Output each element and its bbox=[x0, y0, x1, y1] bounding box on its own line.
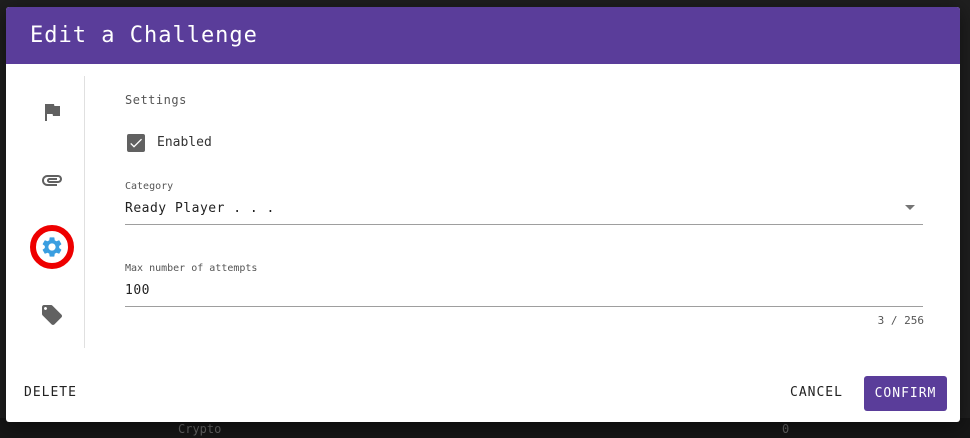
category-label: Category bbox=[125, 181, 174, 192]
tag-icon bbox=[42, 305, 62, 325]
edit-challenge-dialog: Edit a Challenge Settings Enabled Catego… bbox=[6, 7, 960, 422]
nav-item-tags[interactable] bbox=[30, 293, 74, 337]
background-row-value: 0 bbox=[782, 422, 790, 436]
dialog-header: Edit a Challenge bbox=[6, 7, 960, 64]
enabled-label[interactable]: Enabled bbox=[157, 135, 212, 150]
attempts-underline bbox=[125, 306, 923, 307]
enabled-checkbox[interactable] bbox=[127, 134, 145, 152]
settings-section-title: Settings bbox=[125, 93, 187, 107]
delete-button[interactable]: DELETE bbox=[14, 377, 87, 408]
category-underline bbox=[125, 224, 923, 225]
chevron-down-icon[interactable] bbox=[905, 205, 915, 210]
category-select[interactable]: Ready Player . . . bbox=[125, 201, 275, 216]
dialog-title: Edit a Challenge bbox=[30, 23, 258, 48]
nav-item-attachments[interactable] bbox=[30, 158, 74, 202]
nav-item-settings[interactable] bbox=[30, 225, 74, 269]
gear-icon bbox=[42, 237, 62, 257]
attempts-label: Max number of attempts bbox=[125, 263, 258, 274]
background-row-category: Crypto bbox=[178, 422, 222, 436]
paperclip-icon bbox=[42, 175, 62, 186]
side-nav bbox=[6, 76, 85, 348]
nav-item-general[interactable] bbox=[30, 90, 74, 134]
confirm-button[interactable]: CONFIRM bbox=[864, 376, 947, 411]
attempts-char-counter: 3 / 256 bbox=[877, 314, 924, 327]
attempts-input[interactable]: 100 bbox=[125, 283, 150, 298]
checkmark-icon bbox=[130, 138, 142, 148]
cancel-button[interactable]: CANCEL bbox=[780, 377, 853, 408]
flag-icon bbox=[45, 104, 60, 121]
